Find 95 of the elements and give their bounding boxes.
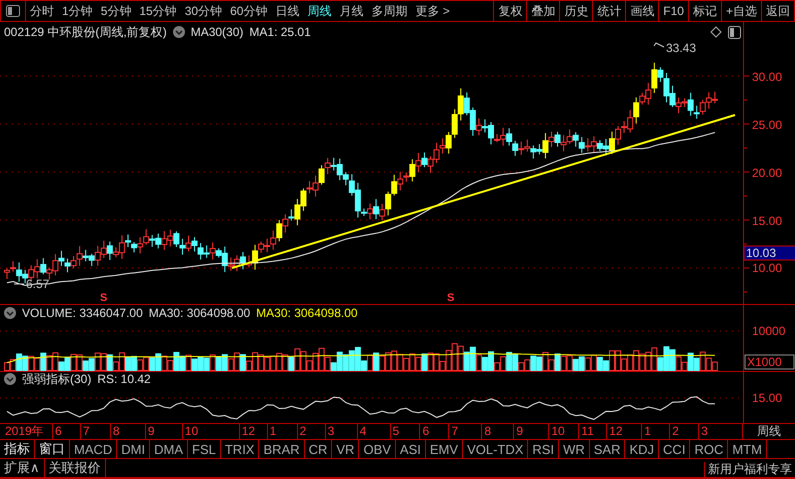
promo-link[interactable]: 新用户福利专享 — [704, 462, 795, 477]
menu-tab[interactable]: 窗口 — [35, 440, 70, 458]
price-axis-label: 10.00 — [752, 261, 782, 275]
time-axis-label: 12 — [242, 424, 256, 438]
indicator-name: MA30(30) — [190, 25, 244, 39]
price-axis-label: 15.00 — [752, 214, 782, 228]
high-marker-line — [654, 42, 664, 48]
period-tab[interactable]: 60分钟 — [226, 2, 272, 20]
toolbar-button[interactable]: 返回 — [761, 1, 794, 21]
volume-reading: VOLUME: 3346047.00 — [22, 306, 143, 320]
collapse-icon[interactable] — [172, 26, 185, 38]
time-axis-label: 1 — [270, 424, 276, 438]
indicator-tab[interactable]: CR — [304, 440, 332, 458]
period-tab[interactable]: 分时 — [26, 2, 58, 20]
indicator-tab[interactable]: ASI — [396, 440, 426, 458]
time-axis-label: 3 — [701, 424, 708, 438]
indicator-tab[interactable]: RSI — [528, 440, 560, 458]
time-axis-label: 9 — [516, 424, 524, 438]
time-axis-label: 3 — [328, 424, 334, 438]
toolbar-button[interactable]: 复权 — [493, 1, 526, 21]
signal-mark: S — [100, 292, 108, 304]
time-axis-label: 2019年 — [5, 424, 44, 438]
volume-ma-reading: MA30: 3064098.00 — [148, 306, 250, 320]
diamond-icon[interactable] — [710, 26, 722, 38]
price-axis-label: 30.00 — [752, 70, 782, 84]
collapse-icon[interactable] — [4, 307, 16, 319]
time-axis-label: 2 — [672, 424, 679, 438]
period-tab[interactable]: 30分钟 — [180, 2, 226, 20]
period-tab[interactable]: 15分钟 — [135, 2, 181, 20]
toolbar-button[interactable]: F10 — [658, 1, 688, 21]
toolbar-button[interactable]: 历史 — [559, 1, 592, 21]
panel-icon[interactable] — [728, 26, 741, 38]
current-price-tag: 10.03 — [744, 246, 795, 260]
more-menu[interactable]: 更多 > — [411, 2, 454, 20]
time-axis-label: 6 — [54, 424, 62, 438]
time-axis-label: 4 — [360, 424, 366, 438]
indicator-tab[interactable]: WR — [559, 440, 590, 458]
indicator-tab[interactable]: EMV — [426, 440, 464, 458]
indicator-tab[interactable]: MTM — [728, 440, 767, 458]
time-axis-label: 10 — [184, 424, 198, 438]
stock-title: 002129 中环股份(周线,前复权) — [4, 24, 167, 40]
time-axis-label: 1 — [644, 424, 651, 438]
indicator-tab[interactable]: VOL-TDX — [463, 440, 528, 458]
period-tab[interactable]: 日线 — [271, 2, 304, 20]
period-label: 周线 — [742, 424, 795, 439]
time-axis-label: 8 — [484, 424, 492, 438]
time-axis-label: 11 — [581, 424, 594, 438]
signal-mark: S — [447, 292, 454, 304]
time-axis-label: 7 — [451, 424, 458, 438]
period-tab[interactable]: 周线 — [303, 2, 336, 20]
time-axis-label: 2 — [300, 424, 306, 438]
panel-icon[interactable] — [6, 5, 20, 17]
indicator-tab[interactable]: BRAR — [259, 440, 305, 458]
time-axis-label: 9 — [148, 424, 155, 438]
time-axis-label: 5 — [392, 424, 400, 438]
time-axis-label: 6 — [422, 424, 430, 438]
collapse-icon[interactable] — [4, 373, 16, 385]
indicator-tab[interactable]: OBV — [359, 440, 396, 458]
indicator-tab[interactable]: FSL — [188, 440, 221, 458]
indicator-tab[interactable]: MACD — [70, 440, 118, 458]
indicator-tab[interactable]: TRIX — [220, 440, 260, 458]
volume-ma-reading: MA30: 3064098.00 — [256, 306, 358, 320]
high-price-label: 33.43 — [666, 42, 696, 55]
toolbar-button[interactable]: +自选 — [720, 1, 761, 21]
bottom-button[interactable]: 关联报价 — [44, 459, 106, 477]
ma-reading: MA1: 25.01 — [249, 25, 311, 39]
volume-axis-label: 10000 — [752, 324, 786, 338]
period-tab[interactable]: 1分钟 — [58, 2, 97, 20]
indicator-tab[interactable]: DMI — [117, 440, 150, 458]
toolbar-button[interactable]: 画线 — [625, 1, 658, 21]
trend-line[interactable] — [232, 114, 736, 269]
indicator-tab[interactable]: CCI — [659, 440, 690, 458]
rs-reading: RS: 10.42 — [97, 372, 151, 386]
time-axis-label: 8 — [112, 424, 120, 438]
indicator-tab[interactable]: VR — [332, 440, 360, 458]
rs-indicator-name: 强弱指标(30) — [22, 370, 92, 388]
price-axis-label: 20.00 — [752, 166, 782, 180]
menu-tab[interactable]: 指标 — [0, 440, 35, 458]
indicator-tab[interactable]: DMA — [150, 440, 188, 458]
period-tab[interactable]: 5分钟 — [96, 2, 136, 20]
toolbar-button[interactable]: 统计 — [592, 1, 626, 21]
indicator-tab[interactable]: KDJ — [625, 440, 660, 458]
rs-axis-label: 15.00 — [752, 391, 782, 405]
toolbar-button[interactable]: 标记 — [688, 1, 721, 21]
time-axis-label: 7 — [82, 424, 90, 438]
time-axis-label: 12 — [609, 424, 623, 438]
bottom-button[interactable]: 扩展∧ — [0, 459, 45, 477]
price-axis-label: 25.00 — [752, 118, 782, 132]
period-tab[interactable]: 多周期 — [367, 2, 412, 20]
volume-unit-label: X1000 — [744, 354, 794, 370]
period-tab[interactable]: 月线 — [335, 2, 368, 20]
indicator-tab[interactable]: ROC — [690, 440, 728, 458]
toolbar-button[interactable]: 叠加 — [526, 1, 560, 21]
time-axis-label: 10 — [551, 424, 565, 438]
indicator-tab[interactable]: SAR — [590, 440, 626, 458]
